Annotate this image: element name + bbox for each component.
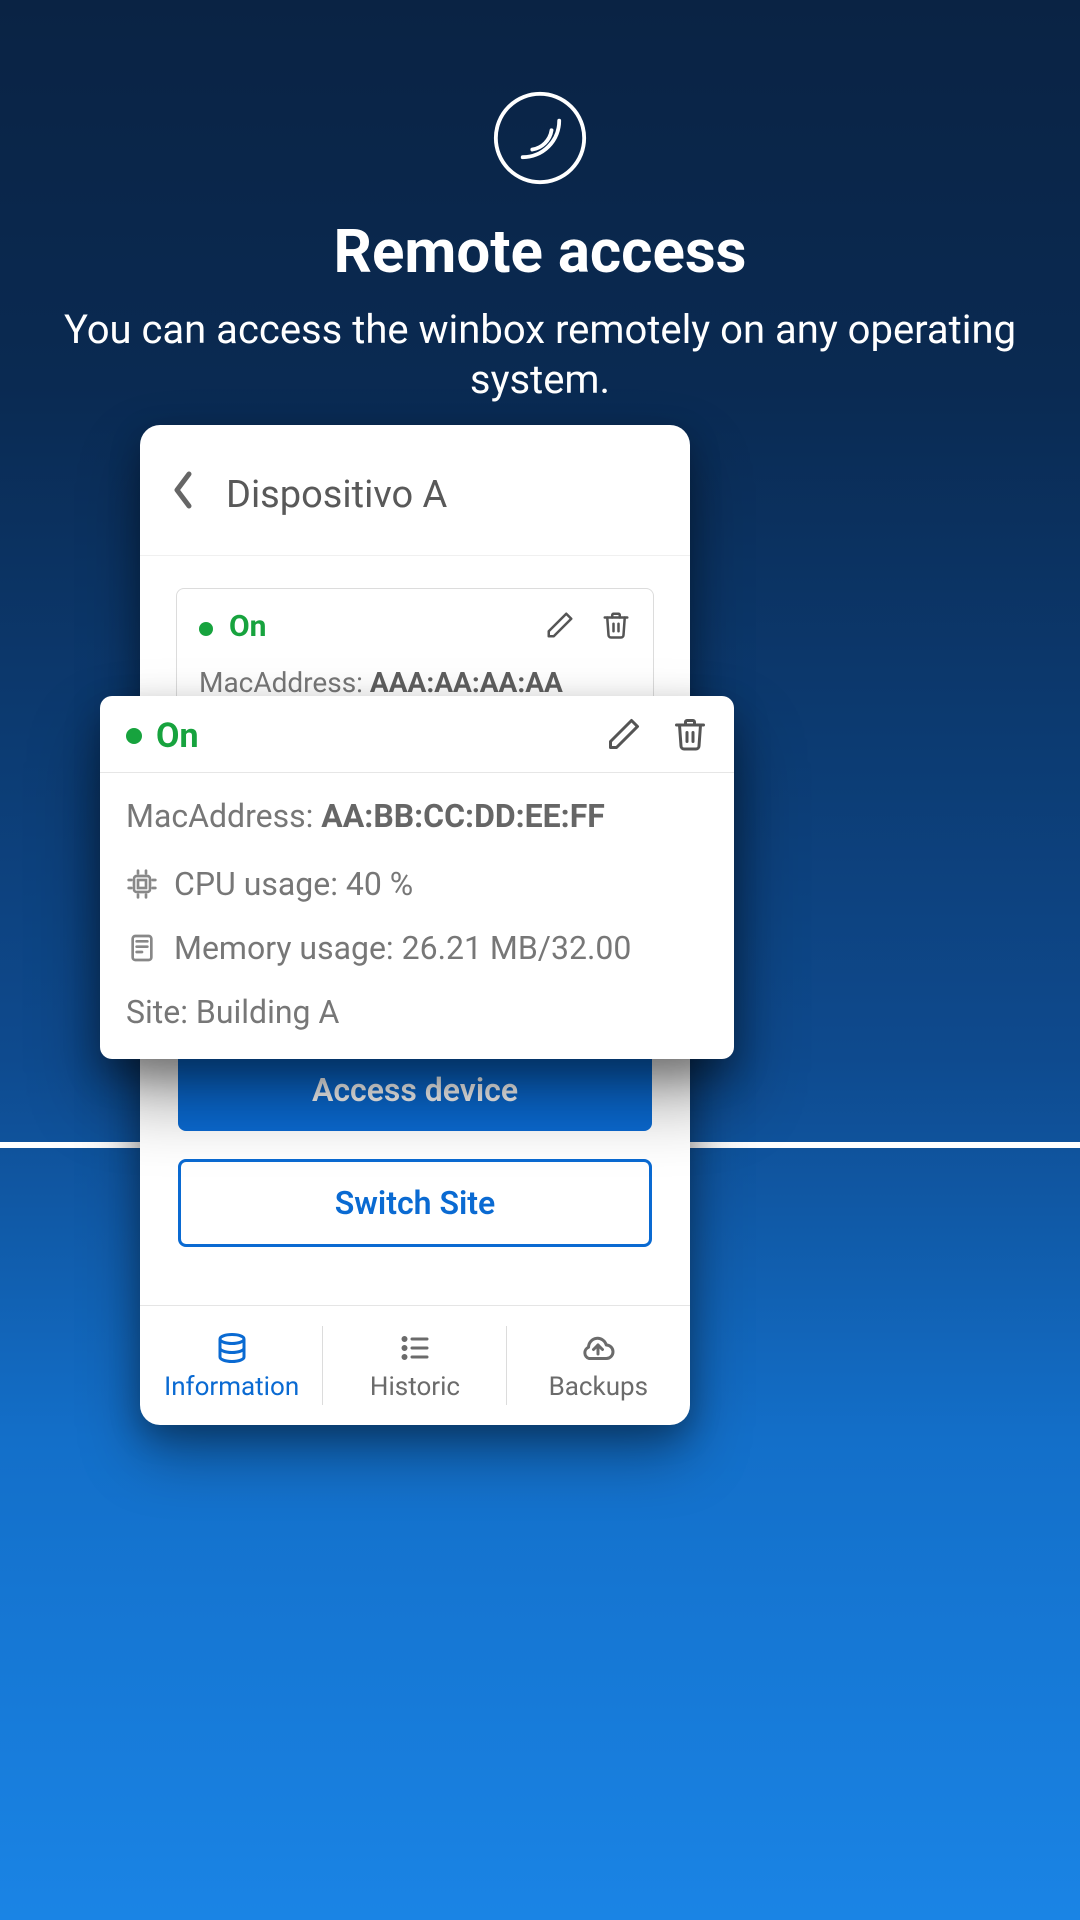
edit-icon[interactable] bbox=[545, 610, 575, 644]
nav-label-historic: Historic bbox=[370, 1372, 460, 1402]
edit-icon[interactable] bbox=[606, 716, 642, 756]
cpu-icon bbox=[126, 868, 158, 900]
switch-site-button[interactable]: Switch Site bbox=[178, 1159, 652, 1247]
access-device-button[interactable]: Access device bbox=[178, 1049, 652, 1131]
mac-address-line: MacAddress: AAA:AA:AA:AA bbox=[199, 666, 631, 699]
nav-label-backups: Backups bbox=[549, 1372, 648, 1402]
device-detail-card: On MacAddress: AA:BB:CC:DD:EE:FF CPU usa… bbox=[100, 696, 734, 1059]
site-line: Site: Building A bbox=[126, 993, 708, 1031]
status-label: On bbox=[156, 716, 199, 756]
bottom-nav: Information Historic Backups bbox=[140, 1305, 690, 1425]
delete-icon[interactable] bbox=[672, 716, 708, 756]
delete-icon[interactable] bbox=[601, 610, 631, 644]
page-subtitle: You can access the winbox remotely on an… bbox=[0, 305, 1080, 405]
nav-item-historic[interactable]: Historic bbox=[323, 1306, 506, 1425]
mac-address-line: MacAddress: AA:BB:CC:DD:EE:FF bbox=[126, 797, 708, 835]
nav-item-backups[interactable]: Backups bbox=[507, 1306, 690, 1425]
back-icon[interactable] bbox=[170, 470, 196, 520]
device-title: Dispositivo A bbox=[226, 473, 447, 517]
nav-item-information[interactable]: Information bbox=[140, 1306, 323, 1425]
status-label: On bbox=[229, 609, 267, 644]
status-dot-icon bbox=[199, 622, 213, 636]
cpu-usage-line: CPU usage: 40 % bbox=[126, 865, 708, 903]
page-title: Remote access bbox=[0, 216, 1080, 287]
memory-usage-line: Memory usage: 26.21 MB/32.00 bbox=[126, 929, 708, 967]
status-dot-icon bbox=[126, 728, 142, 744]
memory-icon bbox=[126, 932, 158, 964]
nav-label-information: Information bbox=[164, 1372, 299, 1402]
mikrotik-logo-icon bbox=[492, 90, 588, 186]
